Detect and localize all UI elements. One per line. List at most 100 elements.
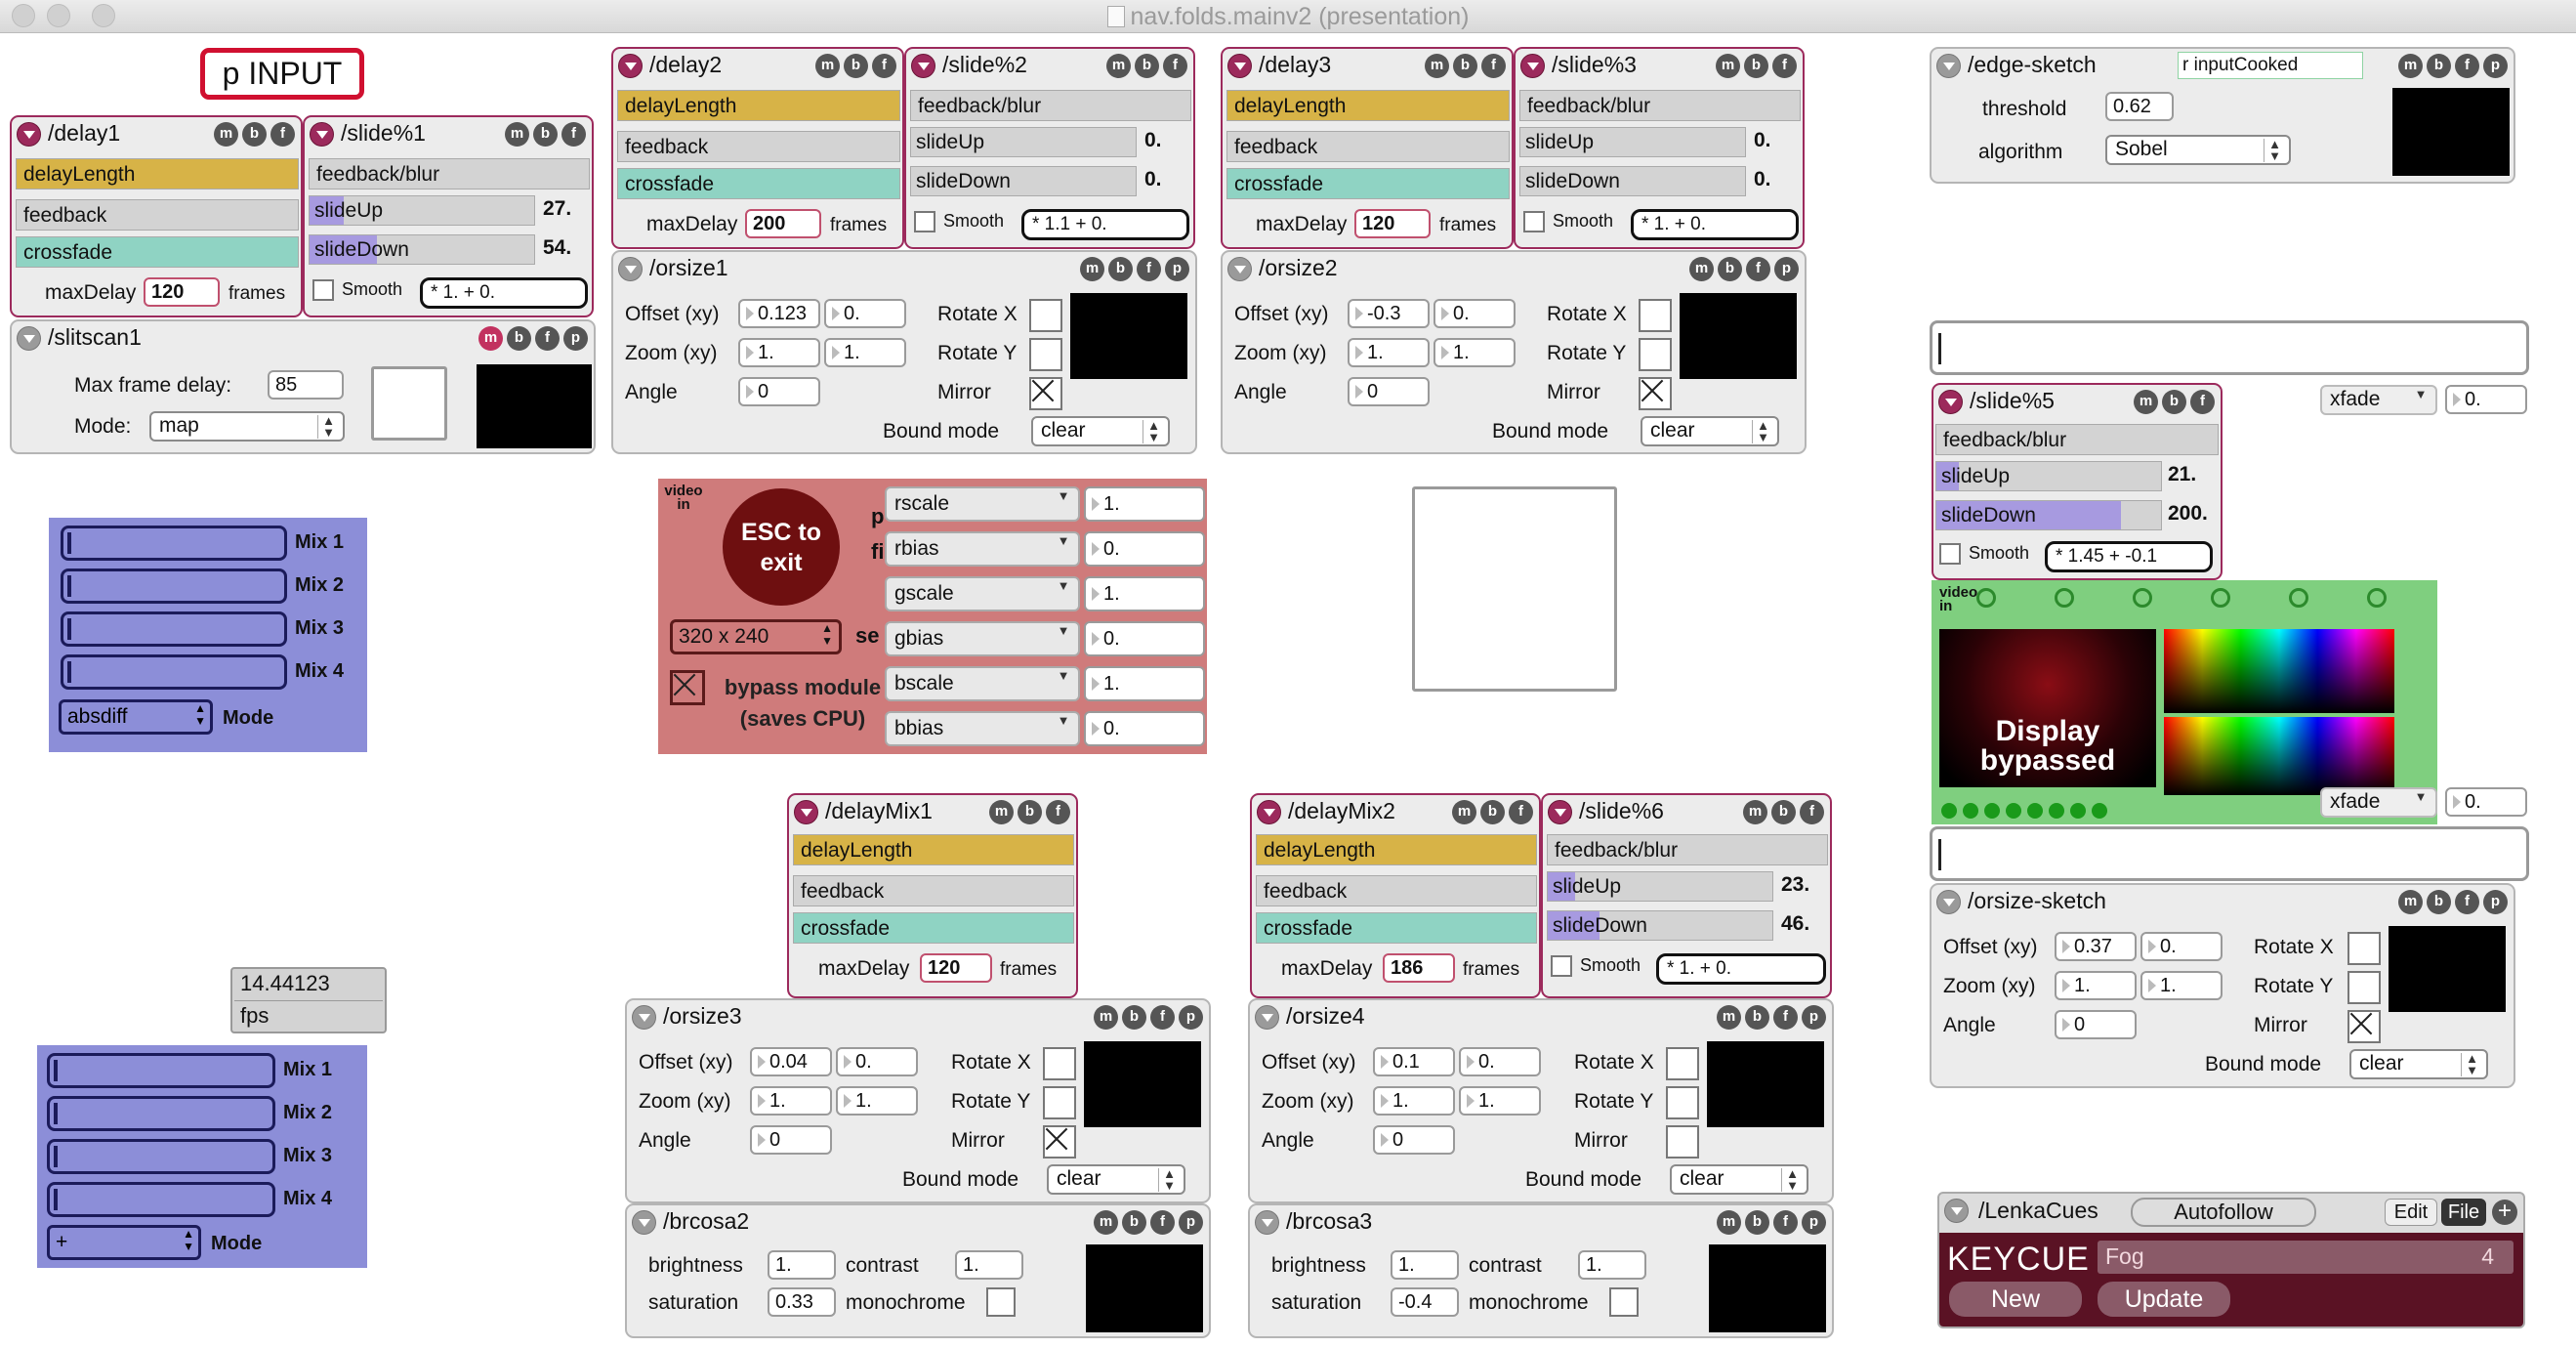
- slideup-slider[interactable]: slideUp: [1519, 127, 1746, 157]
- mix-mode-menu[interactable]: absdiff ▲ ▼: [59, 699, 213, 735]
- maxdelay-field[interactable]: 120: [144, 277, 220, 307]
- slidedown-slider[interactable]: slideDown: [1935, 500, 2162, 530]
- f-button[interactable]: f: [270, 122, 295, 147]
- m-button[interactable]: m: [2134, 390, 2158, 414]
- m-button[interactable]: m: [2398, 890, 2423, 914]
- delayLength-slider[interactable]: delayLength: [617, 90, 900, 121]
- offset-x-field[interactable]: 0.123: [738, 299, 820, 328]
- bound-mode-menu[interactable]: clear ▲ ▼: [2349, 1049, 2488, 1079]
- p-button[interactable]: p: [1802, 1210, 1826, 1235]
- rotate-x-checkbox[interactable]: [2347, 932, 2381, 965]
- mix1-slider[interactable]: [61, 526, 287, 561]
- collapse-brcosa2-icon[interactable]: [632, 1210, 656, 1235]
- offset-y-field[interactable]: 0.: [2140, 932, 2223, 961]
- offset-x-field[interactable]: 0.1: [1373, 1047, 1455, 1076]
- zoom-y-field[interactable]: 1.: [1433, 338, 1516, 367]
- autofollow-toggle[interactable]: Autofollow: [2131, 1198, 2316, 1227]
- feedback-slider[interactable]: feedback: [16, 199, 299, 231]
- b-button[interactable]: b: [1718, 257, 1742, 281]
- bypass-checkbox[interactable]: [670, 670, 705, 705]
- b-button[interactable]: b: [844, 54, 868, 78]
- collapse-delaymix1-icon[interactable]: [794, 800, 818, 824]
- crossfade-slider[interactable]: crossfade: [16, 236, 299, 268]
- scale-value-field[interactable]: 0.: [1084, 621, 1205, 656]
- collapse-brcosa3-icon[interactable]: [1255, 1210, 1279, 1235]
- p-button[interactable]: p: [1774, 257, 1799, 281]
- rotate-x-checkbox[interactable]: [1666, 1047, 1699, 1080]
- offset-y-field[interactable]: 0.: [824, 299, 906, 328]
- offset-x-field[interactable]: 0.04: [750, 1047, 832, 1076]
- mix4-slider[interactable]: [47, 1182, 275, 1217]
- smooth-checkbox[interactable]: [914, 211, 935, 232]
- delayLength-slider[interactable]: delayLength: [793, 834, 1074, 865]
- collapse-slide2-icon[interactable]: [911, 54, 935, 78]
- smooth-params-field[interactable]: * 1. + 0.: [1631, 209, 1799, 240]
- f-button[interactable]: f: [2455, 54, 2479, 78]
- collapse-orsize4-icon[interactable]: [1255, 1005, 1279, 1030]
- maxdelay-field[interactable]: 120: [1354, 209, 1431, 238]
- xfade-value-bottom[interactable]: 0.: [2445, 787, 2527, 817]
- offset-x-field[interactable]: -0.3: [1348, 299, 1430, 328]
- m-button[interactable]: m: [989, 800, 1014, 824]
- angle-field[interactable]: 0: [1373, 1125, 1455, 1155]
- slideup-slider[interactable]: slideUp: [1547, 871, 1773, 902]
- b-button[interactable]: b: [1771, 800, 1796, 824]
- slidedown-slider[interactable]: slideDown: [309, 234, 535, 265]
- zoom-x-field[interactable]: 1.: [738, 338, 820, 367]
- crossfade-slider[interactable]: crossfade: [1256, 912, 1537, 944]
- b-button[interactable]: b: [2162, 390, 2186, 414]
- smooth-params-field[interactable]: * 1. + 0.: [420, 277, 588, 309]
- angle-field[interactable]: 0: [2055, 1010, 2137, 1039]
- rotate-y-checkbox[interactable]: [2347, 971, 2381, 1004]
- brightness-field[interactable]: 1.: [768, 1250, 836, 1280]
- bound-mode-menu[interactable]: clear ▲ ▼: [1031, 416, 1170, 446]
- b-button[interactable]: b: [1108, 257, 1133, 281]
- mix3-slider[interactable]: [61, 611, 287, 647]
- zoom-x-field[interactable]: 1.: [1373, 1086, 1455, 1116]
- bound-mode-menu[interactable]: clear ▲ ▼: [1641, 416, 1779, 446]
- smooth-params-field[interactable]: * 1. + 0.: [1656, 953, 1826, 985]
- feedback-slider[interactable]: feedback: [617, 131, 900, 162]
- rotate-y-checkbox[interactable]: [1043, 1086, 1076, 1119]
- m-button[interactable]: m: [815, 54, 840, 78]
- b-button[interactable]: b: [2427, 890, 2451, 914]
- m-button[interactable]: m: [1094, 1210, 1118, 1235]
- collapse-slide3-icon[interactable]: [1520, 54, 1545, 78]
- f-button[interactable]: f: [1746, 257, 1770, 281]
- scale-value-field[interactable]: 0.: [1084, 711, 1205, 746]
- slidedown-slider[interactable]: slideDown: [910, 166, 1137, 196]
- feedback-slider[interactable]: feedback: [1226, 131, 1510, 162]
- m-button[interactable]: m: [1106, 54, 1131, 78]
- collapse-slitscan1-icon[interactable]: [17, 326, 41, 351]
- scale-value-field[interactable]: 1.: [1084, 486, 1205, 522]
- b-button[interactable]: b: [507, 326, 531, 351]
- scale-param-menu[interactable]: rscale ▼: [885, 486, 1080, 522]
- text-entry-field-2[interactable]: [1930, 826, 2529, 881]
- xfade-value-top[interactable]: 0.: [2445, 385, 2527, 414]
- esc-to-exit-button[interactable]: ESC to exit: [723, 488, 840, 606]
- mix4-slider[interactable]: [61, 654, 287, 690]
- collapse-delaymix2-icon[interactable]: [1257, 800, 1281, 824]
- m-button[interactable]: m: [1716, 54, 1740, 78]
- smooth-checkbox[interactable]: [1551, 955, 1572, 977]
- f-button[interactable]: f: [1150, 1005, 1175, 1030]
- feedback-slider[interactable]: feedback: [793, 875, 1074, 906]
- m-button[interactable]: m: [478, 326, 503, 351]
- b-button[interactable]: b: [242, 122, 267, 147]
- b-button[interactable]: b: [1744, 54, 1768, 78]
- maxdelay-field[interactable]: 186: [1383, 953, 1455, 983]
- zoom-x-field[interactable]: 1.: [2055, 971, 2137, 1000]
- rotate-y-checkbox[interactable]: [1029, 338, 1062, 371]
- smooth-checkbox[interactable]: [1523, 211, 1545, 232]
- crossfade-slider[interactable]: crossfade: [1226, 168, 1510, 199]
- scale-value-field[interactable]: 0.: [1084, 531, 1205, 567]
- mirror-checkbox[interactable]: [2347, 1010, 2381, 1043]
- b-button[interactable]: b: [2427, 54, 2451, 78]
- scale-param-menu[interactable]: gscale ▼: [885, 576, 1080, 611]
- b-button[interactable]: b: [1480, 800, 1505, 824]
- bound-mode-menu[interactable]: clear ▲ ▼: [1670, 1164, 1808, 1195]
- b-button[interactable]: b: [1745, 1210, 1769, 1235]
- mirror-checkbox[interactable]: [1029, 377, 1062, 410]
- collapse-orsize2-icon[interactable]: [1227, 257, 1252, 281]
- rotate-x-checkbox[interactable]: [1639, 299, 1672, 332]
